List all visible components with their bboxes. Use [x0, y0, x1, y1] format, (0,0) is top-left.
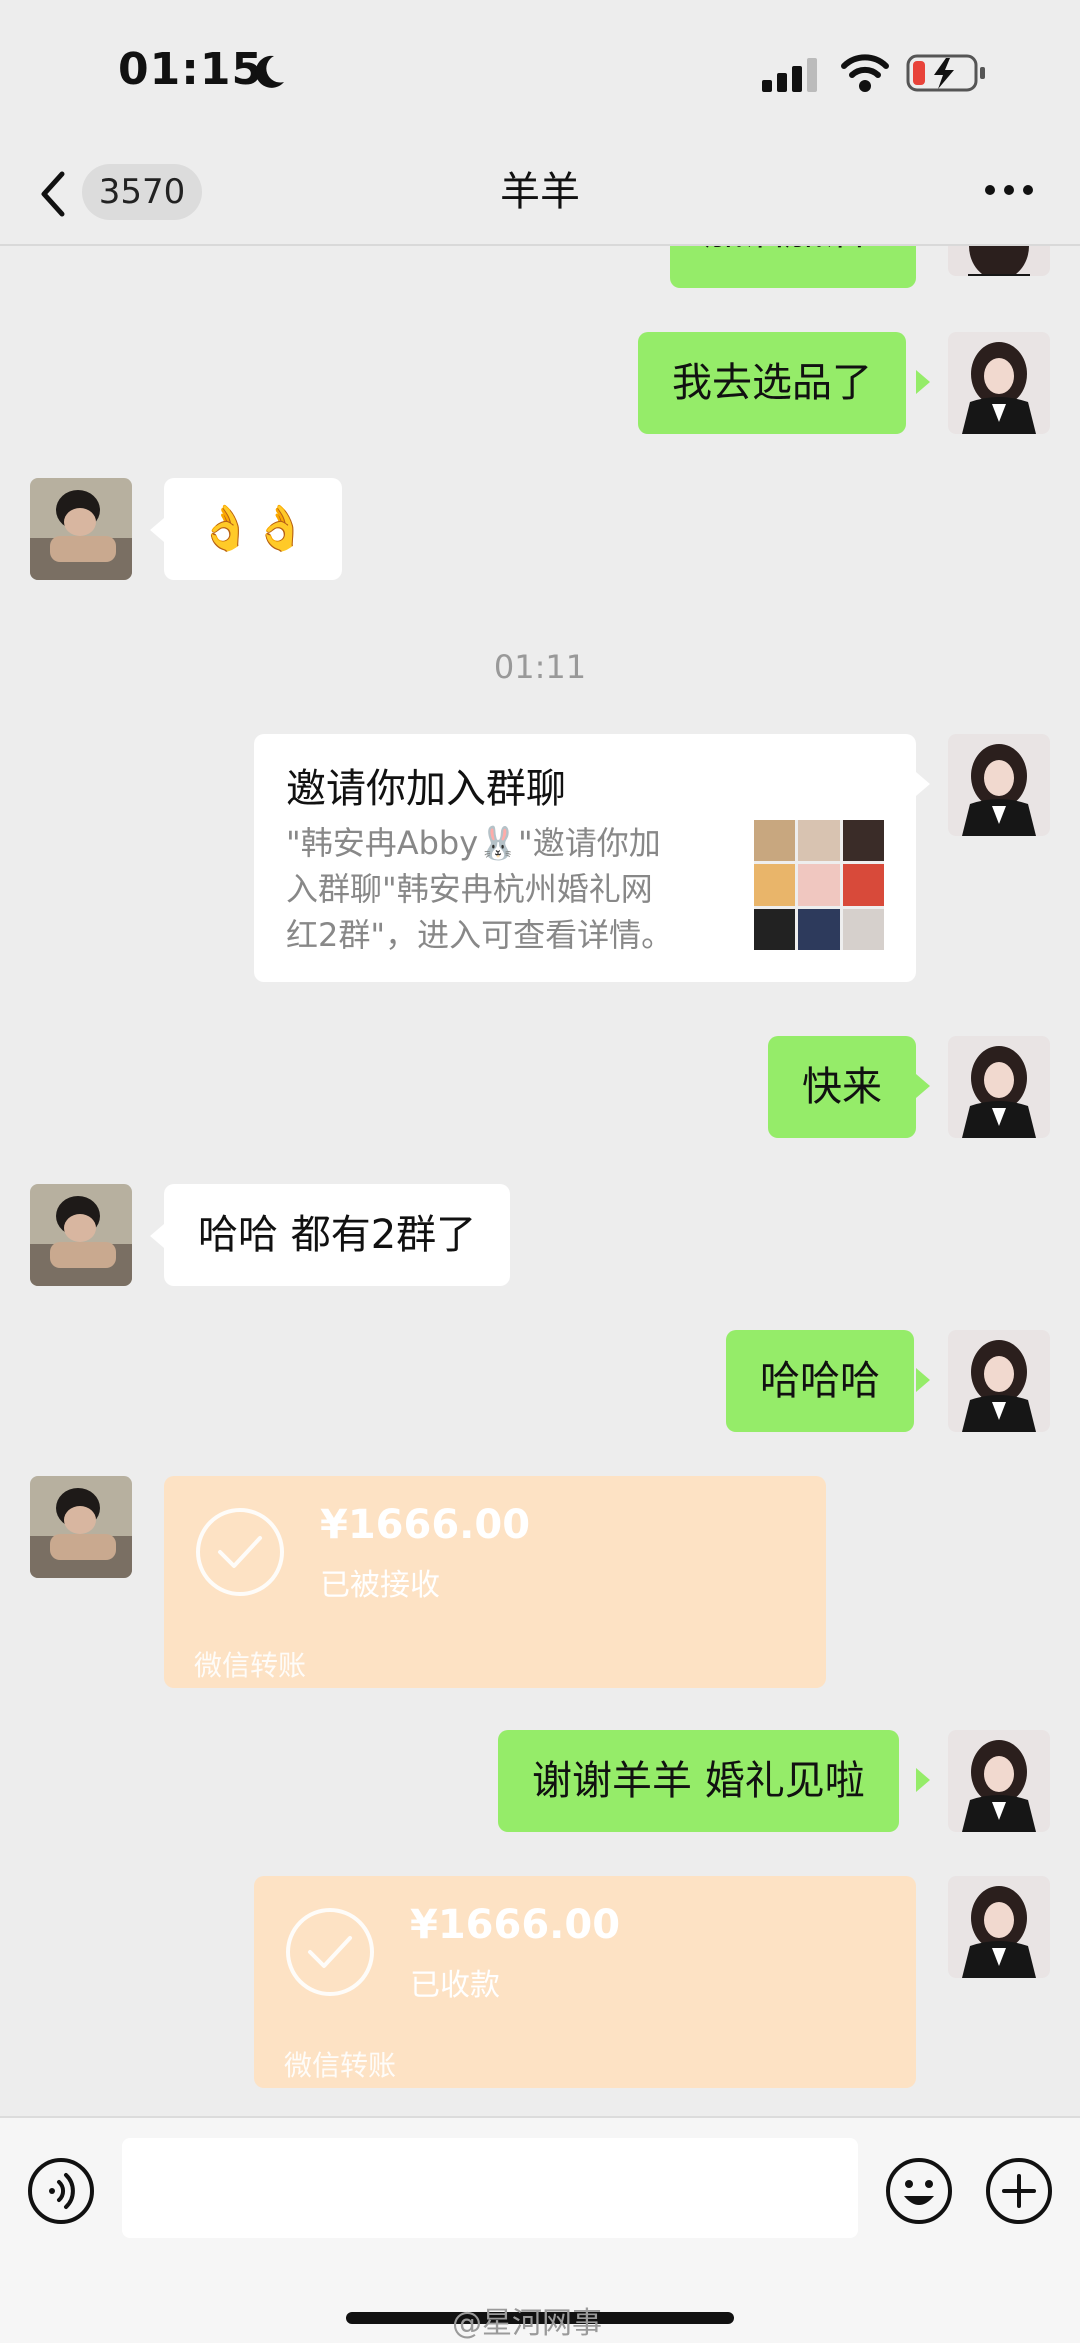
my-avatar[interactable]: [948, 246, 1050, 276]
message-bubble-sent[interactable]: 哈哈哈: [726, 1330, 914, 1432]
emoji-icon[interactable]: [884, 2156, 954, 2226]
message-bubble-sent[interactable]: 我去选品了: [638, 332, 906, 434]
check-circle-icon: [286, 1908, 374, 1996]
status-time: 01:15: [118, 44, 264, 95]
group-thumbnail: [754, 820, 884, 950]
my-avatar[interactable]: [948, 1730, 1050, 1832]
my-avatar[interactable]: [948, 1876, 1050, 1978]
message-bubble-received[interactable]: 👌👌: [164, 478, 342, 580]
input-toolbar: @星河网事: [0, 2116, 1080, 2343]
message-timestamp: 01:11: [493, 648, 587, 686]
group-invite-card[interactable]: 邀请你加入群聊 "韩安冉Abby🐰"邀请你加 入群聊"韩安冉杭州婚礼网 红2群"…: [254, 734, 916, 982]
message-list[interactable]: 加油加油 我去选品了 👌👌 01:11 邀请你加入群聊 "韩安冉Abby🐰"邀请…: [0, 246, 1080, 2116]
battery-icon: [906, 54, 985, 92]
signal-icon: [762, 58, 817, 92]
back-arrow-icon[interactable]: [36, 164, 68, 224]
transfer-label: 微信转账: [284, 2049, 397, 2082]
invite-title: 邀请你加入群聊: [286, 766, 566, 812]
transfer-amount: ¥1666.00: [410, 1902, 621, 1948]
contact-avatar[interactable]: [30, 1184, 132, 1286]
unread-count-badge[interactable]: 3570: [82, 164, 202, 220]
chat-title: 羊羊: [500, 169, 580, 215]
transfer-status: 已被接收: [320, 1568, 440, 1603]
voice-input-icon[interactable]: [26, 2156, 96, 2226]
watermark: @星河网事: [452, 2306, 602, 2341]
message-input[interactable]: [122, 2138, 858, 2238]
my-avatar[interactable]: [948, 1330, 1050, 1432]
more-options-icon[interactable]: [982, 170, 1036, 210]
transfer-amount: ¥1666.00: [320, 1502, 531, 1548]
transfer-card-received[interactable]: ¥1666.00 已被接收 微信转账: [164, 1476, 826, 1688]
contact-avatar[interactable]: [30, 1476, 132, 1578]
moon-icon: [255, 55, 284, 88]
chat-header: 3570 羊羊: [0, 150, 1080, 246]
message-bubble-sent[interactable]: 快来: [768, 1036, 916, 1138]
message-bubble-partial[interactable]: 加油加油: [670, 246, 916, 288]
status-bar: 01:15: [0, 0, 1080, 150]
transfer-card-sent[interactable]: ¥1666.00 已收款 微信转账: [254, 1876, 916, 2088]
plus-icon[interactable]: [984, 2156, 1054, 2226]
message-bubble-sent[interactable]: 谢谢羊羊 婚礼见啦: [498, 1730, 899, 1832]
contact-avatar[interactable]: [30, 478, 132, 580]
check-circle-icon: [196, 1508, 284, 1596]
my-avatar[interactable]: [948, 734, 1050, 836]
transfer-status: 已收款: [410, 1968, 500, 2003]
my-avatar[interactable]: [948, 1036, 1050, 1138]
transfer-label: 微信转账: [194, 1649, 307, 1682]
my-avatar[interactable]: [948, 332, 1050, 434]
wifi-icon: [841, 54, 889, 92]
message-bubble-received[interactable]: 哈哈 都有2群了: [164, 1184, 511, 1286]
invite-description: "韩安冉Abby🐰"邀请你加 入群聊"韩安冉杭州婚礼网 红2群"，进入可查看详情…: [286, 824, 674, 954]
